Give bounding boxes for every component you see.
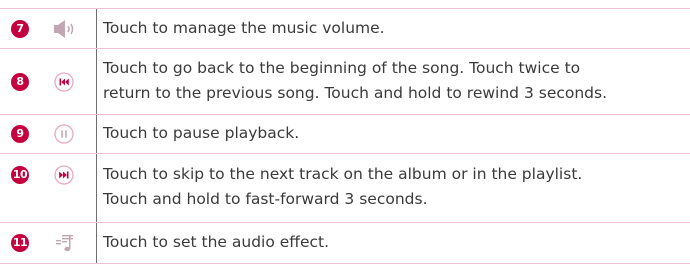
description-line: Touch to go back to the beginning of the… — [103, 59, 581, 77]
number-badge: 11 — [11, 234, 29, 252]
row-description: Touch to manage the music volume. — [103, 16, 683, 41]
description-line: Touch and hold to fast-forward 3 seconds… — [103, 190, 428, 208]
number-badge: 7 — [11, 20, 29, 38]
number-badge: 10 — [11, 166, 29, 184]
legend-row-audio-effect: 11 Touch to set the audio effect. — [0, 222, 690, 264]
description-line: Touch to skip to the next track on the a… — [103, 165, 583, 183]
column-divider — [96, 223, 97, 263]
column-divider — [96, 154, 97, 223]
previous-icon — [54, 72, 74, 92]
row-description: Touch to set the audio effect. — [103, 230, 683, 255]
legend-row-pause: 9 Touch to pause playback. — [0, 114, 690, 154]
number-badge: 8 — [11, 73, 29, 91]
next-icon — [54, 165, 74, 185]
description-line: Touch to manage the music volume. — [103, 19, 385, 37]
column-divider — [96, 9, 97, 49]
legend-row-volume: 7 Touch to manage the music volume. — [0, 8, 690, 49]
controls-legend-table: 7 Touch to manage the music volume. 8 To… — [0, 0, 690, 264]
description-line: Touch to set the audio effect. — [103, 233, 330, 251]
legend-row-previous: 8 Touch to go back to the beginning of t… — [0, 48, 690, 115]
description-line: Touch to pause playback. — [103, 124, 300, 142]
row-description: Touch to go back to the beginning of the… — [103, 56, 683, 106]
description-line: return to the previous song. Touch and h… — [103, 84, 608, 102]
row-description: Touch to pause playback. — [103, 121, 683, 146]
audio-effect-icon — [56, 235, 73, 252]
pause-icon — [54, 124, 74, 144]
number-badge: 9 — [11, 125, 29, 143]
column-divider — [96, 49, 97, 115]
volume-icon — [54, 20, 74, 38]
row-description: Touch to skip to the next track on the a… — [103, 162, 683, 212]
legend-row-next: 10 Touch to skip to the next track on th… — [0, 153, 690, 223]
column-divider — [96, 115, 97, 154]
